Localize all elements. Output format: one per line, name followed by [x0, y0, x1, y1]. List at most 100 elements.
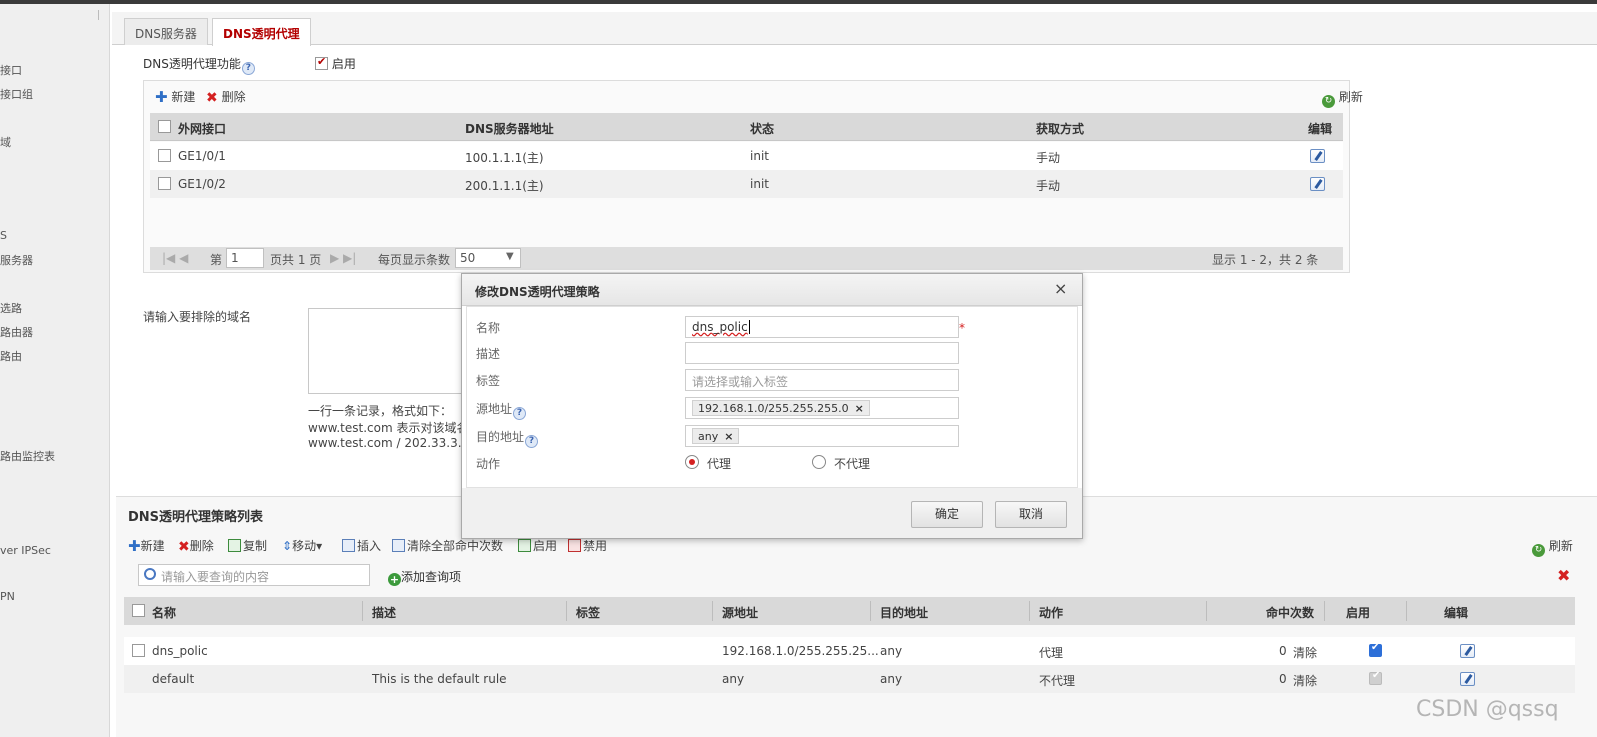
nav-item-ipsec[interactable]: ver IPSec: [0, 544, 51, 557]
tag-label: 标签: [476, 374, 501, 388]
desc-field[interactable]: [685, 342, 959, 364]
action-label: 动作: [476, 457, 501, 471]
nav-item-vpn[interactable]: PN: [0, 590, 15, 603]
radio-no-proxy[interactable]: [812, 455, 826, 469]
remove-chip-icon[interactable]: ×: [855, 402, 864, 415]
collapse-handle[interactable]: [98, 10, 104, 20]
src-address-chip: 192.168.1.0/255.255.255.0 ×: [692, 400, 870, 416]
nav-item-interface-group[interactable]: 接口组: [0, 86, 33, 102]
remove-chip-icon[interactable]: ×: [724, 430, 733, 443]
refresh-icon: ↻: [1322, 95, 1335, 108]
exclude-domain-textarea[interactable]: [308, 308, 468, 394]
delete-icon: ✖: [206, 90, 218, 106]
col-name[interactable]: 名称: [152, 604, 176, 621]
refresh-button[interactable]: ↻ 刷新: [1322, 88, 1363, 108]
clear-hits-link[interactable]: 清除: [1293, 644, 1317, 661]
select-all-checkbox[interactable]: [158, 120, 171, 133]
nav-item-routing[interactable]: 路由: [0, 348, 22, 364]
col-enabled[interactable]: 启用: [1346, 604, 1370, 621]
tab-dns-server[interactable]: DNS服务器: [124, 18, 208, 45]
col-dns-address[interactable]: DNS服务器地址: [465, 120, 554, 137]
help-icon[interactable]: ?: [241, 62, 255, 75]
row-checkbox[interactable]: [158, 149, 171, 162]
nav-item-route-monitor[interactable]: 路由监控表: [0, 448, 55, 464]
nav-item-interface[interactable]: 接口: [0, 62, 22, 78]
enable-checkbox[interactable]: [315, 55, 328, 70]
next-last-icons[interactable]: ▶ ▶|: [330, 251, 356, 265]
cell-src: 192.168.1.0/255.255.25...: [722, 644, 879, 658]
col-wan-interface[interactable]: 外网接口: [178, 120, 226, 137]
edit-icon[interactable]: [1460, 672, 1475, 686]
edit-icon[interactable]: [1310, 149, 1325, 163]
enabled-checkbox[interactable]: [1369, 642, 1382, 657]
add-query-button[interactable]: + 添加查询项: [388, 568, 461, 586]
plus-icon: ✚: [128, 537, 141, 555]
new-button[interactable]: ✚ 新建: [155, 88, 195, 106]
col-acquire-mode[interactable]: 获取方式: [1036, 120, 1084, 137]
nav-item-domain[interactable]: 域: [0, 134, 11, 150]
delete-button[interactable]: ✖ 删除: [206, 88, 246, 106]
tag-field[interactable]: 请选择或输入标签: [685, 369, 959, 391]
policy-refresh-button[interactable]: ↻ 刷新: [1532, 537, 1573, 557]
col-tag[interactable]: 标签: [576, 604, 600, 621]
table-row[interactable]: default This is the default rule any any…: [124, 665, 1575, 693]
hint-line-1: 一行一条记录，格式如下：: [308, 404, 453, 418]
dialog-title: 修改DNS透明代理策略: [475, 285, 600, 299]
help-icon[interactable]: ?: [513, 407, 527, 420]
tab-dns-transparent-proxy[interactable]: DNS透明代理: [212, 18, 311, 46]
nav-item-router[interactable]: 路由器: [0, 324, 33, 340]
edit-icon[interactable]: [1310, 177, 1325, 191]
search-input[interactable]: 请输入要查询的内容: [138, 564, 370, 586]
row-checkbox[interactable]: [132, 644, 145, 657]
select-all-checkbox[interactable]: [132, 604, 145, 617]
clear-hits-link[interactable]: 清除: [1293, 672, 1317, 689]
policy-copy-button[interactable]: 复制: [228, 537, 267, 554]
table-row[interactable]: GE1/0/2 200.1.1.1(主) init 手动: [150, 170, 1343, 198]
table-row[interactable]: dns_polic 192.168.1.0/255.255.25... any …: [124, 637, 1575, 665]
table-row[interactable]: GE1/0/1 100.1.1.1(主) init 手动: [150, 142, 1343, 170]
policy-delete-button[interactable]: ✖删除: [178, 537, 214, 555]
ok-button[interactable]: 确定: [911, 501, 983, 528]
cell-state: init: [750, 149, 769, 163]
first-prev-icons[interactable]: |◀ ◀: [162, 251, 188, 265]
policy-enable-button[interactable]: 启用: [518, 537, 557, 554]
delete-icon: ✖: [178, 539, 190, 555]
policy-insert-button[interactable]: 插入: [342, 537, 381, 554]
row-checkbox[interactable]: [158, 177, 171, 190]
policy-name-link[interactable]: dns_polic: [152, 644, 208, 658]
col-status[interactable]: 状态: [750, 120, 774, 137]
nav-item-dns[interactable]: S: [0, 229, 7, 242]
dialog-titlebar[interactable]: 修改DNS透明代理策略 ×: [462, 274, 1082, 306]
pager: |◀ ◀ 第 1 页共 1 页 ▶ ▶| 每页显示条数 50 ▼ 显示 1 - 2…: [150, 247, 1343, 270]
close-filter-icon[interactable]: ✖: [1557, 566, 1570, 585]
src-address-field[interactable]: 192.168.1.0/255.255.255.0 ×: [685, 397, 959, 419]
clear-hits-button[interactable]: 清除全部命中次数: [392, 537, 503, 554]
edit-icon[interactable]: [1460, 644, 1475, 658]
edit-policy-dialog: 修改DNS透明代理策略 × 名称 dns_polic 描述 标签 请选择或输入标…: [461, 273, 1083, 539]
page-input[interactable]: 1: [226, 248, 264, 268]
radio-proxy[interactable]: [685, 455, 699, 469]
col-hits[interactable]: 命中次数: [1266, 604, 1314, 621]
feature-label-row: DNS透明代理功能?: [143, 55, 255, 75]
src-label: 源地址?: [476, 400, 527, 420]
policy-disable-button[interactable]: 禁用: [568, 537, 607, 554]
nav-item-route-select[interactable]: 选路: [0, 300, 22, 316]
col-dst[interactable]: 目的地址: [880, 604, 928, 621]
close-icon[interactable]: ×: [1054, 279, 1067, 298]
feature-enable[interactable]: 启用: [315, 55, 356, 72]
cancel-button[interactable]: 取消: [995, 501, 1067, 528]
policy-new-button[interactable]: ✚新建: [128, 537, 165, 555]
col-action[interactable]: 动作: [1039, 604, 1063, 621]
dst-address-field[interactable]: any ×: [685, 425, 959, 447]
policy-move-button[interactable]: ⇕移动▾: [282, 537, 322, 554]
name-field[interactable]: dns_polic: [685, 316, 959, 338]
enable-label: 启用: [331, 57, 356, 71]
col-desc[interactable]: 描述: [372, 604, 396, 621]
nav-item-server[interactable]: 服务器: [0, 252, 33, 268]
help-icon[interactable]: ?: [525, 435, 539, 448]
col-src[interactable]: 源地址: [722, 604, 758, 621]
col-edit: 编辑: [1444, 606, 1469, 620]
cell-hits: 0: [1279, 644, 1287, 658]
per-page-select[interactable]: 50 ▼: [455, 248, 521, 268]
policy-name-link[interactable]: default: [152, 672, 194, 686]
